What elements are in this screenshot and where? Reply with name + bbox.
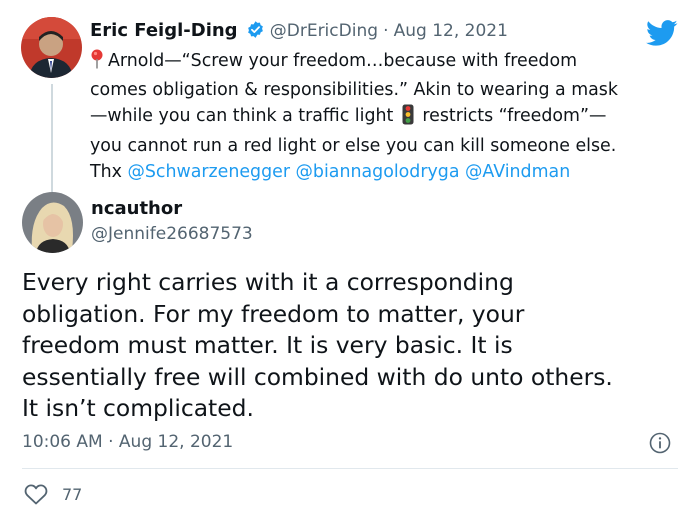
quoted-line-5: Thx @Schwarzenegger @biannagolodryga @AV… (90, 162, 571, 182)
like-button[interactable]: 77 (24, 483, 82, 505)
mention-link[interactable]: @AVindman (465, 162, 570, 182)
mention-link[interactable]: @biannagolodryga (296, 162, 460, 182)
mention-link[interactable]: @Schwarzenegger (127, 162, 290, 182)
meta-separator: · (383, 21, 389, 41)
reply-author-name[interactable]: ncauthor (91, 198, 182, 219)
reply-text-line: obligation. For my freedom to matter, yo… (22, 299, 525, 328)
thread-connector-line (51, 84, 53, 192)
eric-avatar[interactable] (21, 17, 82, 78)
reply-tweet-body: Every right carries with it a correspond… (22, 267, 682, 425)
ncauthor-avatar[interactable] (22, 192, 83, 253)
meta-separator: · (108, 432, 114, 452)
reply-timestamp[interactable]: 10:06 AM · Aug 12, 2021 (22, 432, 233, 452)
reply-text-line: freedom must matter. It is very basic. I… (22, 331, 513, 359)
twitter-bird-icon[interactable] (646, 20, 678, 51)
quoted-tweet-body: Arnold—“Screw your freedom…because with … (90, 48, 680, 185)
like-count: 77 (62, 484, 83, 504)
heart-outline-icon[interactable] (24, 483, 48, 505)
quoted-date[interactable]: Aug 12, 2021 (394, 21, 508, 41)
reply-text-line: It isn’t complicated. (22, 394, 254, 422)
quoted-line-4: you cannot run a red light or else you c… (90, 136, 617, 156)
quoted-line-2: comes obligation & responsibilities.” Ak… (90, 80, 618, 100)
reply-time[interactable]: 10:06 AM (22, 432, 103, 452)
quoted-line-1: Arnold—“Screw your freedom…because with … (90, 48, 680, 77)
reply-handle[interactable]: @Jennife26687573 (91, 224, 253, 244)
quoted-author-name[interactable]: Eric Feigl-Ding (90, 20, 238, 41)
divider (22, 468, 678, 469)
quoted-line-3: —while you can think a traffic light res… (90, 103, 680, 133)
quoted-handle[interactable]: @DrEricDing (270, 21, 378, 41)
vertical-traffic-light-icon (402, 104, 414, 133)
verified-badge-icon (246, 20, 265, 43)
reply-text-line: essentially free will combined with do u… (22, 362, 613, 391)
info-icon[interactable] (649, 432, 671, 458)
reply-date[interactable]: Aug 12, 2021 (119, 432, 233, 452)
reply-text-line: Every right carries with it a correspond… (22, 268, 514, 296)
round-pushpin-icon (90, 49, 104, 77)
